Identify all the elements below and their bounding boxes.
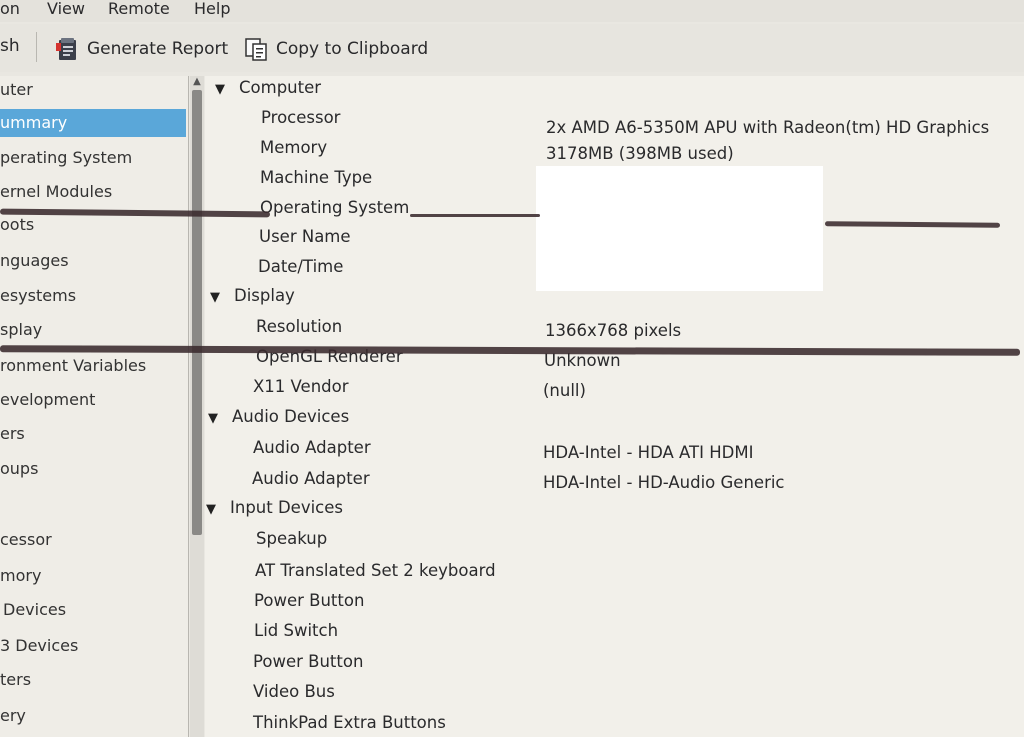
- sidebar-item-groups[interactable]: oups: [0, 455, 186, 483]
- scroll-up-arrow-icon[interactable]: ▲: [191, 76, 203, 88]
- row-label-speakup: Speakup: [256, 529, 328, 548]
- redaction-scribble: [410, 214, 540, 217]
- sidebar: uter ummary perating System ernel Module…: [0, 76, 189, 737]
- row-label-processor: Processor: [261, 108, 341, 127]
- menu-help[interactable]: Help: [194, 0, 230, 18]
- row-label-user-name: User Name: [259, 227, 351, 246]
- row-label-lid-switch: Lid Switch: [254, 621, 339, 640]
- sidebar-item-display[interactable]: splay: [0, 316, 186, 344]
- sidebar-item-label: oups: [0, 459, 39, 478]
- row-label-x11-vendor: X11 Vendor: [253, 377, 349, 396]
- sidebar-item-label: 3 Devices: [0, 636, 79, 655]
- sidebar-item-operating-system[interactable]: perating System: [0, 144, 186, 172]
- row-label-video-bus: Video Bus: [253, 682, 335, 701]
- sidebar-item-label: ummary: [0, 113, 68, 132]
- details-panel: ▼ Computer Processor 2x AMD A6-5350M APU …: [205, 76, 1024, 737]
- sidebar-item-battery[interactable]: ery: [0, 702, 186, 730]
- sidebar-item-computer[interactable]: uter: [0, 76, 186, 104]
- menu-view[interactable]: View: [47, 0, 85, 18]
- section-title: Input Devices: [230, 498, 343, 517]
- row-label-resolution: Resolution: [256, 317, 343, 336]
- row-label-date-time: Date/Time: [258, 257, 344, 276]
- row-value-resolution: 1366x768 pixels: [545, 321, 682, 340]
- expander-down-icon[interactable]: ▼: [208, 411, 218, 426]
- scrollbar-thumb[interactable]: [192, 90, 202, 535]
- generate-report-button[interactable]: Generate Report: [55, 36, 228, 62]
- sidebar-item-languages[interactable]: nguages: [0, 247, 186, 275]
- copy-to-clipboard-label: Copy to Clipboard: [276, 39, 429, 59]
- sidebar-item-label: oots: [0, 215, 35, 234]
- sidebar-item-usb-devices[interactable]: 3 Devices: [0, 632, 186, 660]
- sidebar-item-label: ters: [0, 670, 32, 689]
- row-value-memory: 3178MB (398MB used): [546, 144, 734, 163]
- expander-down-icon[interactable]: ▼: [206, 502, 216, 517]
- sidebar-item-devices-header[interactable]: [0, 489, 186, 517]
- section-title: Audio Devices: [232, 407, 350, 426]
- row-label-machine-type: Machine Type: [260, 168, 373, 187]
- sidebar-item-label: Devices: [3, 600, 67, 619]
- sidebar-item-label: ronment Variables: [0, 356, 147, 375]
- expander-down-icon[interactable]: ▼: [215, 82, 225, 97]
- generate-report-label: Generate Report: [87, 39, 229, 59]
- row-label-memory: Memory: [260, 138, 328, 157]
- sidebar-item-printers[interactable]: ters: [0, 666, 186, 694]
- sidebar-item-label: ernel Modules: [0, 182, 113, 201]
- menu-remote[interactable]: Remote: [108, 0, 170, 18]
- expander-down-icon[interactable]: ▼: [210, 290, 220, 305]
- sidebar-item-label: perating System: [0, 148, 133, 167]
- sidebar-item-pci-devices[interactable]: Devices: [0, 596, 186, 624]
- clipboard-icon: [245, 38, 267, 61]
- row-value-audio-adapter: HDA-Intel - HD-Audio Generic: [543, 473, 785, 492]
- section-header-display[interactable]: ▼ Display: [210, 286, 295, 305]
- sidebar-item-kernel-modules[interactable]: ernel Modules: [0, 178, 186, 206]
- row-label-power-button: Power Button: [253, 652, 364, 671]
- row-label-keyboard: AT Translated Set 2 keyboard: [255, 561, 496, 580]
- sidebar-item-label: ery: [0, 706, 26, 725]
- sidebar-scrollbar[interactable]: ▲: [190, 76, 204, 737]
- toolbar-separator: [36, 32, 37, 62]
- sidebar-item-label: cessor: [0, 530, 52, 549]
- section-header-audio-devices[interactable]: ▼ Audio Devices: [208, 407, 349, 426]
- sidebar-item-summary[interactable]: ummary: [0, 109, 186, 137]
- section-header-computer[interactable]: ▼ Computer: [215, 78, 321, 97]
- sidebar-item-label: uter: [0, 80, 33, 99]
- sidebar-item-label: nguages: [0, 251, 69, 270]
- row-label-audio-adapter: Audio Adapter: [253, 438, 371, 457]
- row-label-power-button: Power Button: [254, 591, 365, 610]
- copy-to-clipboard-button[interactable]: Copy to Clipboard: [244, 36, 428, 62]
- row-label-thinkpad-extra-buttons: ThinkPad Extra Buttons: [253, 713, 446, 732]
- toolbar: sh Generate Report Copy to Clipboard: [0, 24, 1024, 72]
- menu-bar: on View Remote Help: [0, 0, 1024, 22]
- sidebar-item-label: splay: [0, 320, 43, 339]
- section-title: Computer: [239, 78, 322, 97]
- row-label-operating-system: Operating System: [260, 198, 410, 217]
- menu-file[interactable]: on: [0, 0, 20, 18]
- row-value-x11-vendor: (null): [543, 381, 586, 400]
- sidebar-item-environment-variables[interactable]: ronment Variables: [0, 352, 186, 380]
- report-icon: [56, 38, 76, 60]
- row-value-processor: 2x AMD A6-5350M APU with Radeon(tm) HD G…: [546, 118, 990, 137]
- refresh-label: sh: [0, 36, 20, 56]
- sidebar-item-memory[interactable]: mory: [0, 562, 186, 590]
- sidebar-item-processor[interactable]: cessor: [0, 526, 186, 554]
- sidebar-item-development[interactable]: evelopment: [0, 386, 186, 414]
- sidebar-item-filesystems[interactable]: esystems: [0, 282, 186, 310]
- sidebar-item-label: evelopment: [0, 390, 96, 409]
- section-header-input-devices[interactable]: ▼ Input Devices: [206, 498, 343, 517]
- sidebar-item-label: ers: [0, 424, 25, 443]
- refresh-button[interactable]: sh: [0, 36, 20, 56]
- redacted-block: [536, 166, 823, 291]
- row-value-audio-adapter: HDA-Intel - HDA ATI HDMI: [543, 443, 754, 462]
- sidebar-item-users[interactable]: ers: [0, 420, 186, 448]
- row-label-audio-adapter: Audio Adapter: [252, 469, 370, 488]
- section-title: Display: [234, 286, 295, 305]
- sidebar-item-label: mory: [0, 566, 42, 585]
- sidebar-item-label: esystems: [0, 286, 77, 305]
